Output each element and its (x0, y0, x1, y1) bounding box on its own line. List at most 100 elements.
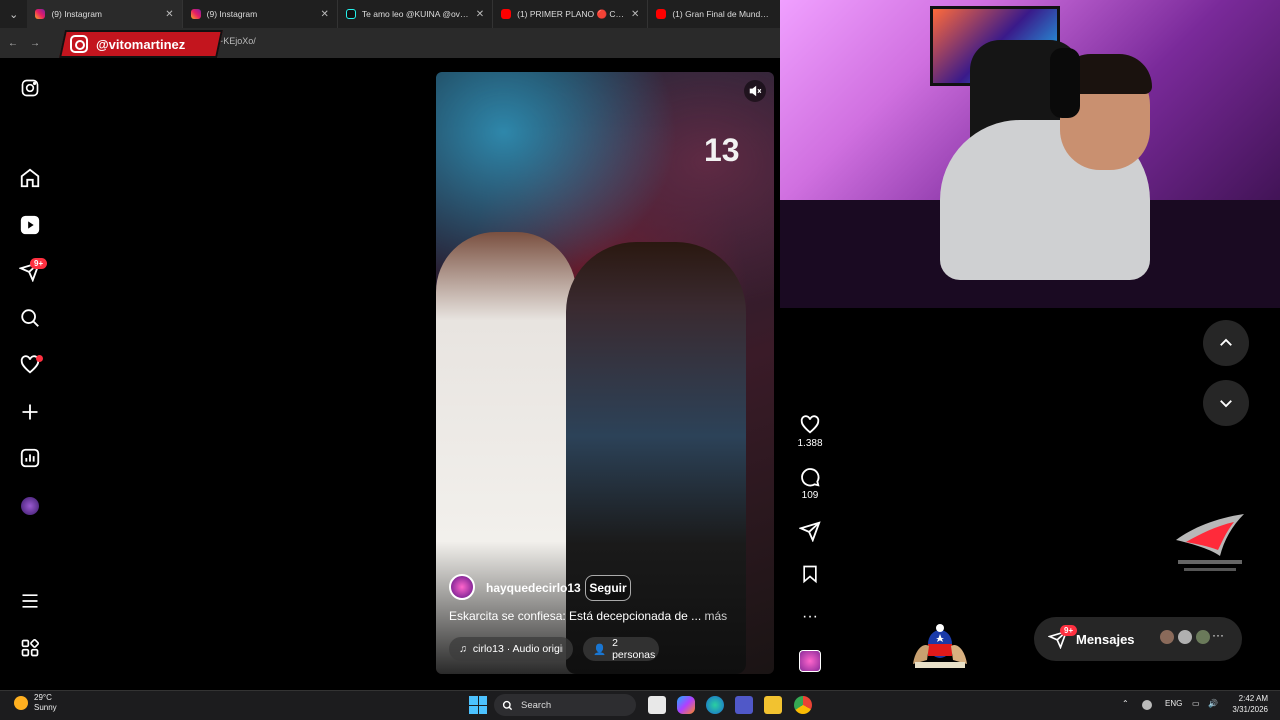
search-placeholder: Search (521, 699, 552, 711)
tray-app-icon[interactable] (1142, 700, 1152, 710)
home-icon[interactable] (18, 166, 42, 190)
url-text[interactable]: ~KEjoXo/ (218, 36, 256, 46)
mute-icon[interactable] (744, 80, 766, 102)
weather-temp: 29°C (34, 693, 52, 702)
browser-tab[interactable]: (1) Gran Final de Mundos O (648, 0, 780, 28)
create-plus-icon[interactable] (18, 400, 42, 424)
messages-label: Mensajes (1076, 631, 1135, 647)
instagram-logo-icon[interactable] (18, 76, 42, 100)
streamer-handle-overlay: @vitomartinez (59, 30, 223, 58)
avatar (1194, 628, 1212, 646)
copilot-icon[interactable] (677, 696, 695, 714)
taskbar-search[interactable]: Search (494, 694, 636, 716)
reel-author-username[interactable]: hayquedecirlo13 (486, 581, 581, 595)
avatar (1176, 628, 1194, 646)
save-button[interactable] (796, 563, 824, 585)
audio-pill[interactable]: ♫ cirlo13 · Audio origina (449, 637, 573, 661)
caption-text: Eskarcita se confiesa: Está decepcionada… (449, 609, 702, 623)
file-explorer-icon[interactable] (764, 696, 782, 714)
share-button[interactable] (796, 520, 824, 542)
tagged-people-pill[interactable]: 👤 2 personas (583, 637, 659, 661)
like-button[interactable]: 1.388 (796, 414, 824, 449)
audio-thumbnail[interactable] (796, 650, 824, 672)
close-tab-icon[interactable]: ✕ (476, 9, 484, 20)
search-icon (502, 700, 513, 710)
send-icon (799, 521, 821, 542)
youtube-favicon-icon (501, 9, 512, 19)
heart-icon (800, 415, 820, 434)
tab-title: (1) Gran Final de Mundos O (672, 9, 772, 19)
insights-icon[interactable] (18, 446, 42, 470)
browser-tab[interactable]: Te amo leo @KUINA @ovyze # ✕ (338, 0, 494, 28)
tray-chevron-icon[interactable]: ⌃ (1122, 699, 1129, 708)
tab-list-chevron-icon[interactable]: ⌄ (0, 0, 27, 28)
reels-icon[interactable] (18, 213, 42, 237)
menu-icon[interactable] (18, 589, 42, 613)
rog-logo (1176, 514, 1244, 571)
coat-of-arms-logo (913, 624, 967, 668)
webcam-headset (1050, 48, 1080, 118)
system-clock[interactable]: 2:42 AM 3/31/2026 (1226, 693, 1268, 715)
next-reel-button[interactable] (1203, 380, 1249, 426)
tab-title: (1) PRIMER PLANO 🔴 CAPÍTUL (517, 8, 625, 19)
chevron-down-icon (1220, 400, 1232, 408)
clock-time: 2:42 AM (1238, 694, 1268, 703)
chevron-up-icon (1220, 338, 1232, 346)
sun-icon (14, 696, 28, 710)
edge-icon[interactable] (706, 696, 724, 714)
network-icon[interactable]: ▭ (1192, 699, 1200, 708)
instagram-favicon-icon (190, 9, 201, 19)
caption-more-link[interactable]: más (705, 609, 728, 623)
browser-tab[interactable]: (9) Instagram ✕ (27, 0, 183, 28)
follow-button[interactable]: Seguir (585, 575, 631, 601)
avatar (1158, 628, 1176, 646)
youtube-favicon-icon (656, 9, 667, 19)
tiktok-favicon-icon (345, 9, 356, 19)
instagram-favicon-icon (35, 9, 46, 19)
comment-count: 109 (801, 490, 819, 501)
chrome-icon[interactable] (794, 696, 812, 714)
close-tab-icon[interactable]: ✕ (631, 9, 639, 20)
weather-condition: Sunny (34, 703, 57, 712)
task-view-icon[interactable] (648, 696, 666, 714)
streamer-handle: @vitomartinez (96, 36, 186, 52)
bookmark-icon (803, 565, 817, 584)
teams-icon[interactable] (735, 696, 753, 714)
more-options-icon[interactable]: ··· (796, 608, 824, 626)
search-icon[interactable] (18, 306, 42, 330)
comment-button[interactable]: 109 (796, 466, 824, 501)
browser-tab-bar: ⌄ (9) Instagram ✕ (9) Instagram ✕ Te amo… (0, 0, 780, 28)
music-note-icon: ♫ (459, 643, 467, 655)
video-person-left (436, 232, 576, 674)
profile-avatar[interactable] (18, 494, 42, 518)
weather-widget[interactable]: 29°C Sunny (14, 693, 57, 713)
close-tab-icon[interactable]: ✕ (321, 9, 329, 20)
tab-title: (9) Instagram (206, 9, 258, 19)
reel-author-avatar[interactable] (449, 574, 475, 600)
tab-title: (9) Instagram (51, 9, 102, 19)
instagram-logo-icon (70, 35, 88, 53)
more-icon[interactable]: ··· (1212, 628, 1224, 642)
back-icon[interactable]: ← (8, 38, 18, 49)
apps-grid-icon[interactable] (18, 636, 42, 660)
windows-start-icon[interactable] (469, 696, 487, 714)
browser-tab[interactable]: (9) Instagram ✕ (183, 0, 338, 28)
like-count: 1.388 (797, 438, 823, 449)
reel-caption: Eskarcita se confiesa: Está decepcionada… (449, 609, 727, 623)
volume-icon[interactable]: 🔊 (1208, 699, 1218, 708)
browser-tab[interactable]: (1) PRIMER PLANO 🔴 CAPÍTUL ✕ (493, 0, 649, 28)
messages-badge: 9+ (1060, 625, 1078, 636)
banner-number: 13 (704, 132, 740, 168)
forward-icon[interactable]: → (30, 38, 40, 49)
language-indicator[interactable]: ENG (1165, 699, 1182, 708)
previous-reel-button[interactable] (1203, 320, 1249, 366)
close-tab-icon[interactable]: ✕ (165, 9, 173, 20)
person-icon: 👤 (593, 643, 607, 656)
tab-title: Te amo leo @KUINA @ovyze # (361, 9, 470, 19)
comment-icon (801, 468, 820, 487)
activity-dot (36, 355, 43, 362)
notifications-badge: 9+ (30, 258, 48, 269)
audio-label: cirlo13 · Audio origina (472, 643, 563, 655)
streamer-webcam (780, 0, 1280, 308)
clock-date: 3/31/2026 (1232, 705, 1268, 714)
